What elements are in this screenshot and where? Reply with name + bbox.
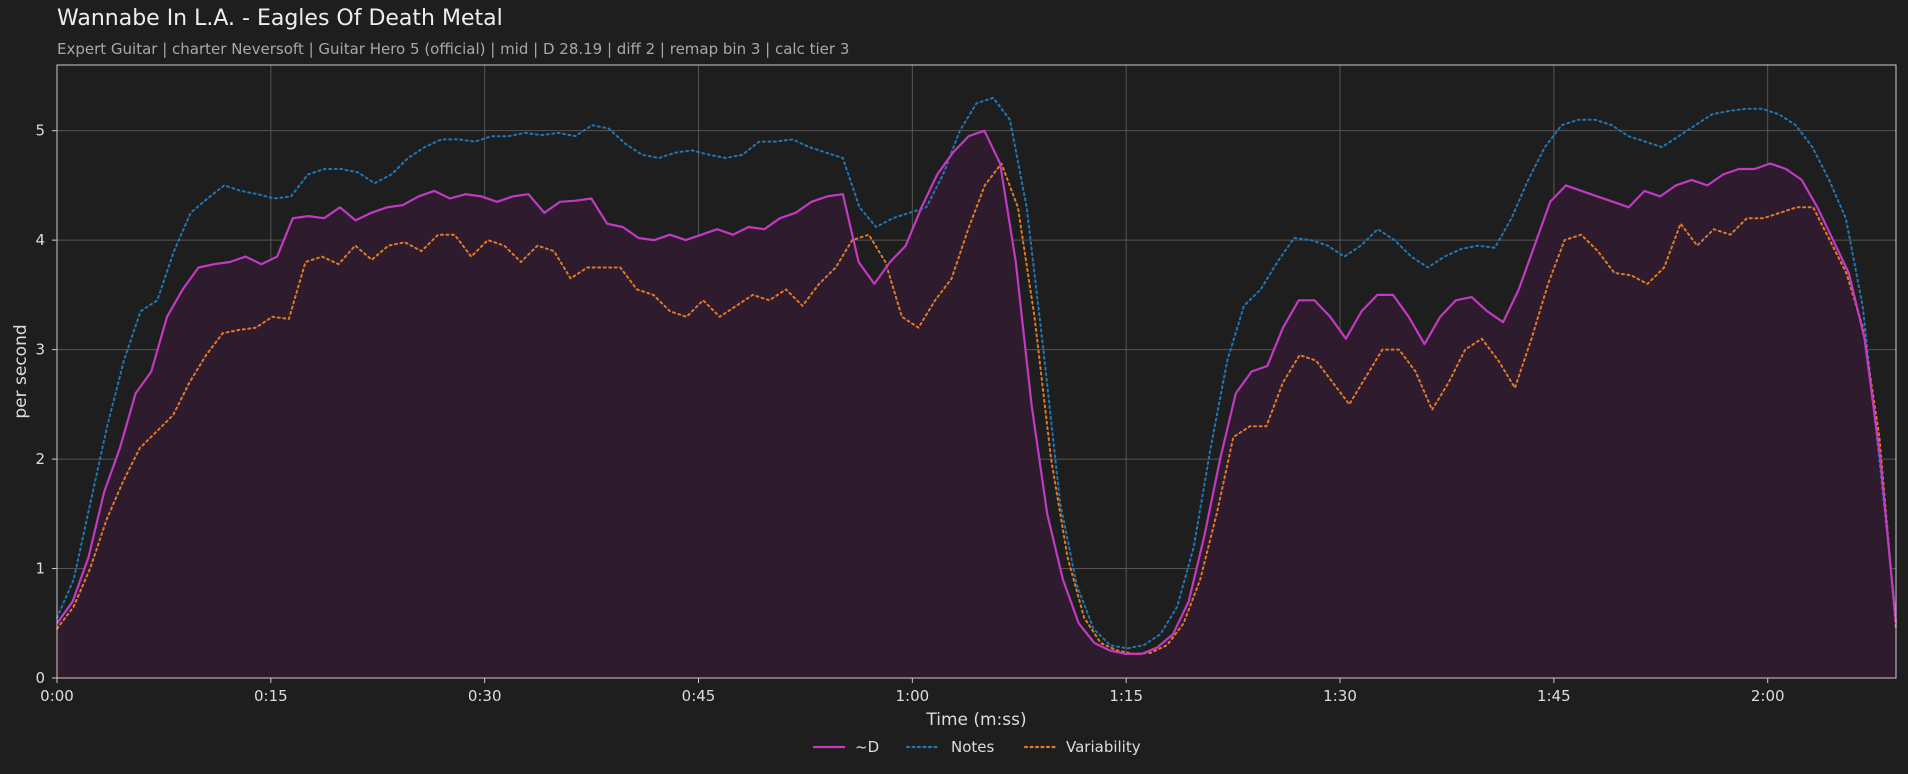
legend-label-1: Notes: [951, 738, 995, 756]
y-tick-label: 4: [35, 231, 45, 249]
x-tick-label: 2:00: [1751, 687, 1785, 705]
x-axis-label: Time (m:ss): [925, 710, 1026, 730]
x-tick-label: 1:30: [1323, 687, 1357, 705]
legend-label-0: ~D: [855, 738, 879, 756]
x-tick-label: 0:45: [682, 687, 716, 705]
y-tick-label: 0: [35, 669, 45, 687]
x-tick-label: 0:00: [40, 687, 74, 705]
chart-svg: 0:00 0:15 0:30 0:45 1:00 1:15 1:30 1:45 2:00 0 1 2 3…: [11, 64, 1898, 756]
legend-label-2: Variability: [1066, 738, 1141, 756]
y-axis-label: per second: [11, 324, 31, 418]
x-tick-label: 1:00: [896, 687, 930, 705]
y-tick-label: 3: [35, 341, 45, 359]
x-tick-label: 0:30: [468, 687, 502, 705]
y-tick-label: 5: [35, 122, 45, 140]
y-tick-label: 1: [35, 560, 45, 578]
x-tick-label: 0:15: [254, 687, 288, 705]
x-tick-label: 1:15: [1109, 687, 1143, 705]
chart-figure: Wannabe In L.A. - Eagles Of Death Metal …: [0, 0, 1908, 774]
y-tick-label: 2: [35, 450, 45, 468]
legend: ~D Notes Variability: [813, 738, 1141, 756]
x-tick-label: 1:45: [1537, 687, 1571, 705]
